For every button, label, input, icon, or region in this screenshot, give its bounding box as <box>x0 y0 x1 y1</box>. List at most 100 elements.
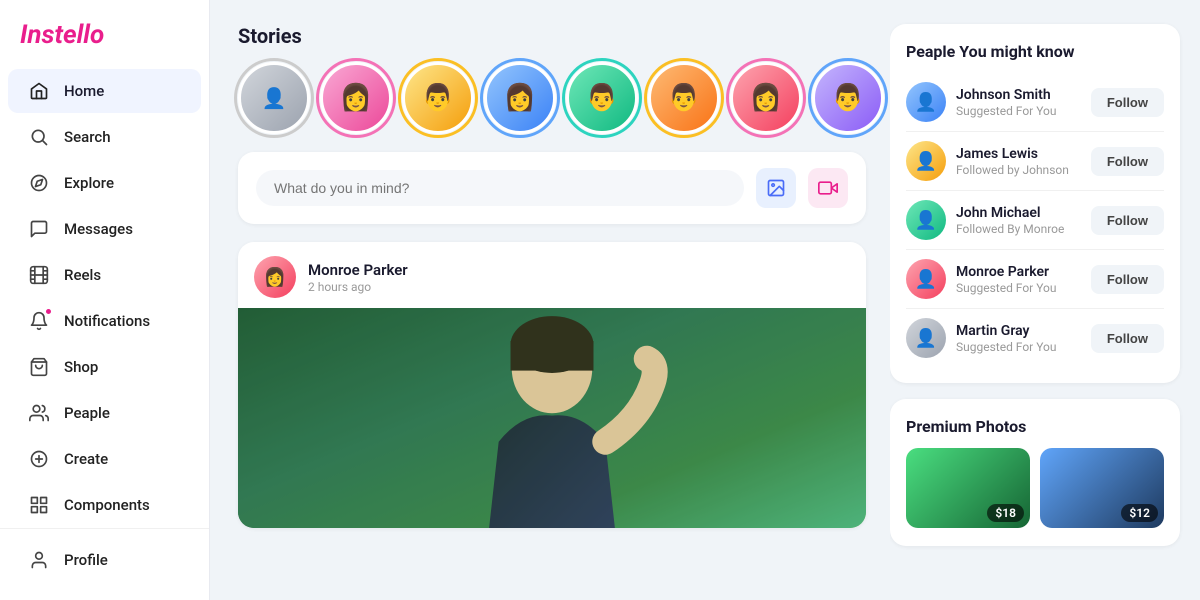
person-avatar: 👤 <box>906 82 946 122</box>
person-sub: Suggested For You <box>956 281 1081 295</box>
story-item[interactable]: 👩 <box>730 62 802 134</box>
sidebar-label-notifications: Notifications <box>64 312 150 330</box>
person-name: Monroe Parker <box>956 264 1081 280</box>
person-sub: Suggested For You <box>956 104 1081 118</box>
story-item[interactable]: 👨 <box>648 62 720 134</box>
app-logo: Instello <box>0 16 209 68</box>
post-author-avatar: 👩 <box>254 256 296 298</box>
sidebar-item-reels[interactable]: Reels <box>8 253 201 297</box>
follow-button-2[interactable]: Follow <box>1091 147 1164 176</box>
create-icon <box>28 448 50 470</box>
story-item[interactable]: 👩 <box>484 62 556 134</box>
person-row: 👤 James Lewis Followed by Johnson Follow <box>906 134 1164 188</box>
person-avatar: 👤 <box>906 318 946 358</box>
premium-photo-1[interactable]: $18 <box>906 448 1030 528</box>
sidebar-label-reels: Reels <box>64 266 101 284</box>
follow-button-4[interactable]: Follow <box>1091 265 1164 294</box>
person-info: John Michael Followed By Monroe <box>956 205 1081 236</box>
post-card: 👩 Monroe Parker 2 hours ago <box>238 242 866 528</box>
divider <box>906 249 1164 250</box>
person-sub: Suggested For You <box>956 340 1081 354</box>
sidebar-item-shop[interactable]: Shop <box>8 345 201 389</box>
post-author-name: Monroe Parker <box>308 261 408 279</box>
notifications-icon <box>28 310 50 332</box>
person-sub: Followed by Johnson <box>956 163 1081 177</box>
story-item[interactable]: 👩 <box>320 62 392 134</box>
explore-icon <box>28 172 50 194</box>
post-header: 👩 Monroe Parker 2 hours ago <box>238 242 866 308</box>
person-sub: Followed By Monroe <box>956 222 1081 236</box>
main-feed: Stories 👤 👩 👨 👩 <box>210 0 890 600</box>
people-card-title: Peaple You might know <box>906 42 1164 61</box>
right-sidebar: Peaple You might know 👤 Johnson Smith Su… <box>890 0 1200 600</box>
sidebar-label-people: Peaple <box>64 404 110 422</box>
premium-price-2: $12 <box>1121 504 1158 522</box>
sidebar-label-home: Home <box>64 82 104 100</box>
person-avatar: 👤 <box>906 259 946 299</box>
sidebar-item-search[interactable]: Search <box>8 115 201 159</box>
sidebar-label-search: Search <box>64 128 111 146</box>
post-image <box>238 308 866 528</box>
person-row: 👤 Johnson Smith Suggested For You Follow <box>906 75 1164 129</box>
person-name: John Michael <box>956 205 1081 221</box>
sidebar-item-create[interactable]: Create <box>8 437 201 481</box>
sidebar: Instello Home Search <box>0 0 210 600</box>
shop-icon <box>28 356 50 378</box>
sidebar-item-components[interactable]: Components <box>8 483 201 527</box>
sidebar-label-create: Create <box>64 450 108 468</box>
sidebar-label-shop: Shop <box>64 358 98 376</box>
divider <box>906 308 1164 309</box>
sidebar-item-explore[interactable]: Explore <box>8 161 201 205</box>
sidebar-label-components: Components <box>64 496 150 514</box>
person-row: 👤 Martin Gray Suggested For You Follow <box>906 311 1164 365</box>
profile-icon <box>28 549 50 571</box>
divider <box>906 190 1164 191</box>
sidebar-nav: Home Search Explore <box>0 68 209 584</box>
person-row: 👤 Monroe Parker Suggested For You Follow <box>906 252 1164 306</box>
sidebar-item-people[interactable]: Peaple <box>8 391 201 435</box>
post-composer <box>238 152 866 224</box>
post-meta: Monroe Parker 2 hours ago <box>308 261 408 294</box>
composer-input[interactable] <box>256 170 744 206</box>
sidebar-item-profile[interactable]: Profile <box>8 538 201 582</box>
sidebar-item-user[interactable]: M Monroe Parker <box>8 583 201 584</box>
story-item[interactable]: 👨 <box>566 62 638 134</box>
sidebar-item-messages[interactable]: Messages <box>8 207 201 251</box>
person-info: James Lewis Followed by Johnson <box>956 146 1081 177</box>
notification-dot <box>44 307 53 316</box>
story-item[interactable]: 👨 <box>812 62 884 134</box>
home-icon <box>28 80 50 102</box>
premium-photos-row: $18 $12 <box>906 448 1164 528</box>
components-icon <box>28 494 50 516</box>
sidebar-bottom: Profile M Monroe Parker <box>0 528 209 584</box>
stories-row: 👤 👩 👨 👩 👨 <box>238 62 866 134</box>
premium-title: Premium Photos <box>906 417 1164 436</box>
divider <box>906 131 1164 132</box>
premium-photo-2[interactable]: $12 <box>1040 448 1164 528</box>
photo-button[interactable] <box>756 168 796 208</box>
person-info: Martin Gray Suggested For You <box>956 323 1081 354</box>
sidebar-label-profile: Profile <box>64 551 108 569</box>
sidebar-item-home[interactable]: Home <box>8 69 201 113</box>
story-item[interactable]: 👨 <box>402 62 474 134</box>
person-row: 👤 John Michael Followed By Monroe Follow <box>906 193 1164 247</box>
person-avatar: 👤 <box>906 200 946 240</box>
story-item[interactable]: 👤 <box>238 62 310 134</box>
stories-section: Stories 👤 👩 👨 👩 <box>238 24 866 134</box>
follow-button-3[interactable]: Follow <box>1091 206 1164 235</box>
reels-icon <box>28 264 50 286</box>
person-name: Johnson Smith <box>956 87 1081 103</box>
person-info: Monroe Parker Suggested For You <box>956 264 1081 295</box>
people-icon <box>28 402 50 424</box>
sidebar-item-notifications[interactable]: Notifications <box>8 299 201 343</box>
post-time: 2 hours ago <box>308 280 408 294</box>
follow-button-1[interactable]: Follow <box>1091 88 1164 117</box>
video-button[interactable] <box>808 168 848 208</box>
follow-button-5[interactable]: Follow <box>1091 324 1164 353</box>
person-name: Martin Gray <box>956 323 1081 339</box>
messages-icon <box>28 218 50 240</box>
premium-card: Premium Photos $18 $12 <box>890 399 1180 546</box>
person-name: James Lewis <box>956 146 1081 162</box>
sidebar-label-explore: Explore <box>64 174 114 192</box>
search-icon <box>28 126 50 148</box>
